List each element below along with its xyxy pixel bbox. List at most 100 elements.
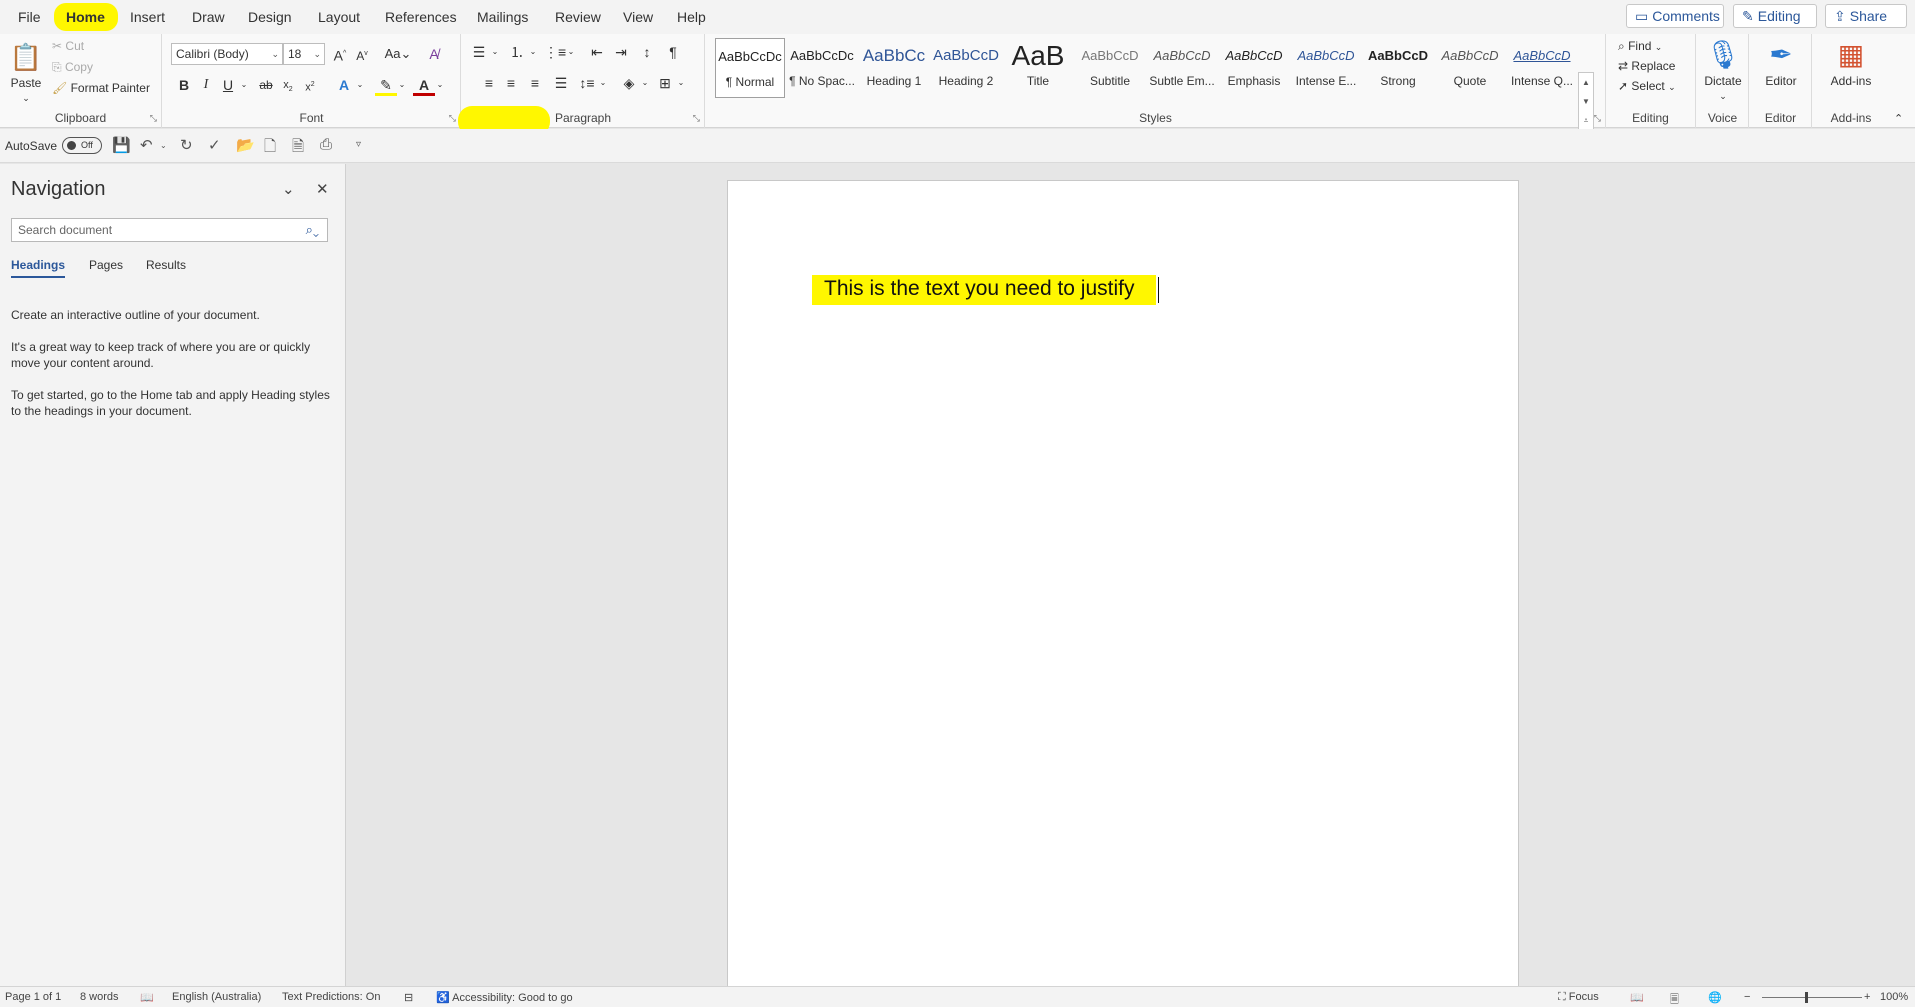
- style-subtitle[interactable]: AaBbCcD Subtitle: [1075, 38, 1145, 98]
- zoom-out-icon[interactable]: −: [1744, 991, 1750, 1003]
- nav-tab-pages[interactable]: Pages: [89, 258, 123, 272]
- zoom-in-icon[interactable]: +: [1864, 991, 1870, 1003]
- web-layout-icon[interactable]: 🌐: [1708, 991, 1722, 1004]
- sort-icon[interactable]: ↕: [636, 41, 658, 63]
- align-left-icon[interactable]: ≡: [478, 72, 500, 94]
- undo-icon[interactable]: ↶: [140, 136, 153, 154]
- spelling-icon[interactable]: ✓: [208, 136, 221, 154]
- paste-button[interactable]: 📋 Paste ⌄: [8, 38, 44, 104]
- tab-draw[interactable]: Draw: [188, 7, 229, 27]
- align-center-icon[interactable]: ≡: [500, 72, 522, 94]
- comments-button[interactable]: ▭ Comments: [1626, 4, 1724, 28]
- grow-font-icon[interactable]: A^: [329, 43, 351, 65]
- format-painter-button[interactable]: 🖌 Format Painter: [52, 81, 150, 95]
- editing-mode-button[interactable]: ✎Editing ⌄: [1733, 4, 1817, 45]
- style-subtle-emphasis[interactable]: AaBbCcD Subtle Em...: [1147, 38, 1217, 98]
- close-icon[interactable]: ✕: [316, 180, 329, 198]
- style-no-spacing[interactable]: AaBbCcDc ¶ No Spac...: [787, 38, 857, 98]
- tab-home[interactable]: Home: [62, 7, 109, 27]
- open-folder-icon[interactable]: 📂: [236, 136, 255, 154]
- read-mode-icon[interactable]: 📖: [1630, 991, 1644, 1004]
- font-color-dropdown-icon[interactable]: ⌄: [429, 74, 451, 96]
- decrease-indent-icon[interactable]: ⇤: [586, 41, 608, 63]
- print-layout-icon[interactable]: 🗏: [1670, 991, 1679, 1007]
- tab-references[interactable]: References: [381, 7, 461, 27]
- customize-qat-icon[interactable]: ▿: [356, 139, 361, 150]
- word-count[interactable]: 8 words: [80, 991, 119, 1003]
- zoom-slider-thumb[interactable]: [1805, 992, 1808, 1003]
- borders-dropdown-icon[interactable]: ⌄: [670, 72, 692, 94]
- shrink-font-icon[interactable]: Av: [351, 43, 373, 65]
- save-icon[interactable]: 💾: [112, 136, 131, 154]
- shading-dropdown-icon[interactable]: ⌄: [634, 72, 656, 94]
- addins-button[interactable]: ▦ Add-ins: [1813, 36, 1889, 88]
- chevron-down-icon[interactable]: ⌄: [282, 180, 295, 198]
- align-right-icon[interactable]: ≡: [524, 72, 546, 94]
- tab-layout[interactable]: Layout: [314, 7, 364, 27]
- dictate-button[interactable]: 🎙 Dictate ⌄: [1697, 36, 1749, 102]
- show-formatting-marks-icon[interactable]: ¶: [662, 41, 684, 63]
- focus-button[interactable]: ⛶ Focus: [1558, 991, 1599, 1004]
- font-size-select[interactable]: 18 ⌄: [283, 43, 325, 65]
- tab-file[interactable]: File: [14, 7, 45, 27]
- accessibility-button[interactable]: ♿ Accessibility: Good to go: [436, 991, 573, 1004]
- zoom-slider[interactable]: [1762, 997, 1862, 998]
- superscript-icon[interactable]: x2: [299, 74, 321, 96]
- dialog-launcher-icon[interactable]: ⤡: [449, 113, 456, 124]
- tab-design[interactable]: Design: [244, 7, 296, 27]
- redo-icon[interactable]: ↻: [180, 136, 193, 154]
- replace-button[interactable]: ⇄ Replace: [1618, 59, 1675, 73]
- cut-button[interactable]: ✂ Cut: [52, 39, 84, 53]
- editor-button[interactable]: ✒ Editor: [1750, 36, 1812, 88]
- highlight-dropdown-icon[interactable]: ⌄: [391, 74, 413, 96]
- new-document-icon[interactable]: 🗋: [264, 136, 276, 161]
- dialog-launcher-icon[interactable]: ⤡: [150, 113, 157, 124]
- track-changes-icon[interactable]: ⊟: [404, 991, 413, 1004]
- tab-review[interactable]: Review: [551, 7, 605, 27]
- page-count[interactable]: Page 1 of 1: [5, 991, 61, 1003]
- subscript-icon[interactable]: x2: [277, 74, 299, 96]
- style-strong[interactable]: AaBbCcD Strong: [1363, 38, 1433, 98]
- numbering-dropdown-icon[interactable]: ⌄: [522, 41, 544, 63]
- style-intense-quote[interactable]: AaBbCcD Intense Q...: [1507, 38, 1577, 98]
- language-indicator[interactable]: English (Australia): [172, 991, 261, 1003]
- underline-dropdown-icon[interactable]: ⌄: [233, 74, 255, 96]
- more-styles-icon[interactable]: ⩡: [1579, 111, 1593, 130]
- bold-icon[interactable]: B: [173, 74, 195, 96]
- search-document-input[interactable]: Search document ⌕⌄: [11, 218, 328, 242]
- clear-formatting-icon[interactable]: A̸: [423, 43, 445, 65]
- tab-help[interactable]: Help: [673, 7, 710, 27]
- style-title[interactable]: AaB Title: [1003, 38, 1073, 98]
- autosave-toggle[interactable]: Off: [62, 137, 102, 154]
- dialog-launcher-icon[interactable]: ⤡: [693, 113, 700, 124]
- multilevel-dropdown-icon[interactable]: ⌄: [560, 41, 582, 63]
- strikethrough-icon[interactable]: ab: [255, 74, 277, 96]
- dialog-launcher-icon[interactable]: ⤡: [1594, 113, 1601, 124]
- tab-mailings[interactable]: Mailings: [473, 7, 532, 27]
- style-heading-2[interactable]: AaBbCcD Heading 2: [931, 38, 1001, 98]
- styles-gallery-scroll[interactable]: ▲ ▼ ⩡: [1578, 72, 1594, 130]
- zoom-level[interactable]: 100%: [1880, 991, 1908, 1003]
- search-icon[interactable]: ⌕⌄: [306, 219, 319, 241]
- style-heading-1[interactable]: AaBbCc Heading 1: [859, 38, 929, 98]
- text-predictions-status[interactable]: Text Predictions: On: [282, 991, 380, 1003]
- tab-view[interactable]: View: [619, 7, 657, 27]
- style-normal[interactable]: AaBbCcDc ¶ Normal: [715, 38, 785, 98]
- style-emphasis[interactable]: AaBbCcD Emphasis: [1219, 38, 1289, 98]
- collapse-ribbon-icon[interactable]: ⌃: [1894, 112, 1903, 125]
- italic-icon[interactable]: I: [195, 74, 217, 96]
- copy-button[interactable]: ⎘ Copy: [52, 60, 93, 75]
- print-icon[interactable]: ⎙: [320, 136, 332, 153]
- select-button[interactable]: ➚ Select ⌄: [1618, 79, 1676, 93]
- increase-indent-icon[interactable]: ⇥: [610, 41, 632, 63]
- share-button[interactable]: ⇪Share ⌄: [1825, 4, 1907, 45]
- style-quote[interactable]: AaBbCcD Quote: [1435, 38, 1505, 98]
- document-text[interactable]: This is the text you need to justify: [824, 277, 1135, 301]
- chevron-up-icon[interactable]: ▲: [1579, 73, 1593, 92]
- find-button[interactable]: ⌕ Find ⌄: [1618, 39, 1662, 54]
- nav-tab-results[interactable]: Results: [146, 258, 186, 272]
- change-case-icon[interactable]: Aa⌄: [383, 43, 413, 65]
- text-effects-dropdown-icon[interactable]: ⌄: [349, 74, 371, 96]
- font-name-select[interactable]: Calibri (Body) ⌄: [171, 43, 283, 65]
- proofing-icon[interactable]: 📖: [140, 991, 154, 1004]
